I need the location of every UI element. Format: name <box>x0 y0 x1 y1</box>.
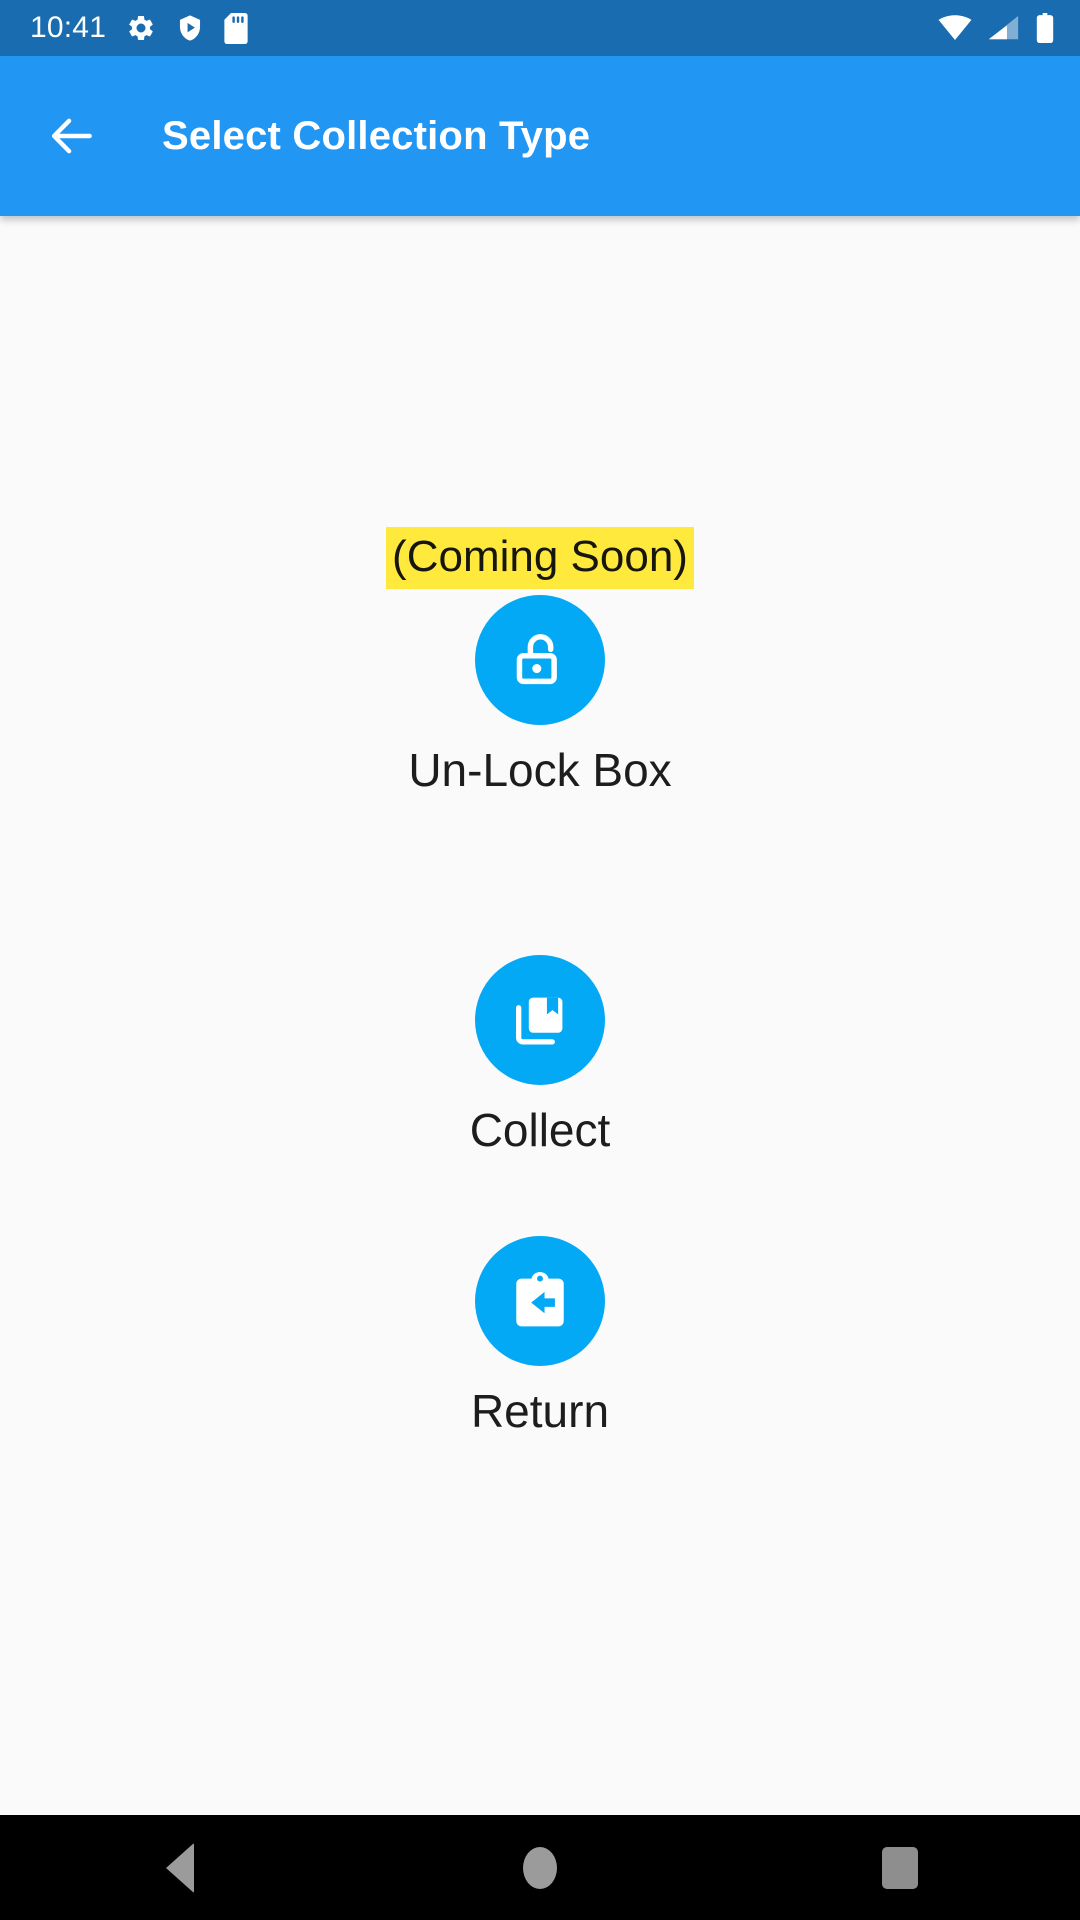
main-content: (Coming Soon) Un-Lock Box Collect Return <box>0 216 1080 1815</box>
back-button[interactable] <box>24 88 120 184</box>
back-arrow-icon <box>51 118 92 154</box>
status-bar-right <box>938 13 1054 43</box>
nav-back-button[interactable] <box>0 1815 360 1920</box>
back-triangle-icon <box>165 1842 194 1893</box>
library-books-icon <box>516 997 563 1045</box>
play-protect-shield-icon <box>180 15 201 41</box>
cellular-signal-icon <box>988 16 1019 40</box>
option-label-un-lock-box: Un-Lock Box <box>408 744 672 796</box>
wifi-icon <box>938 15 972 41</box>
recents-square-icon <box>881 1846 918 1889</box>
option-collect[interactable]: Collect <box>0 955 1080 1159</box>
page-title: Select Collection Type <box>162 113 591 158</box>
battery-icon <box>1036 13 1054 43</box>
status-bar: 10:41 <box>0 0 1080 56</box>
option-label-collect: Collect <box>469 1104 611 1156</box>
coming-soon-badge: (Coming Soon) <box>386 527 694 589</box>
option-return[interactable]: Return <box>0 1236 1080 1440</box>
system-navigation-bar <box>0 1815 1080 1920</box>
nav-home-button[interactable] <box>360 1815 720 1920</box>
home-circle-icon <box>522 1846 557 1889</box>
settings-gear-icon <box>129 15 153 40</box>
un-lock-box-icon-circle[interactable] <box>475 595 605 725</box>
assignment-return-icon <box>516 1271 564 1327</box>
phone-screen: 10:41 Select Collection Type (Coming Soo… <box>0 0 1080 1920</box>
option-un-lock-box[interactable]: Un-Lock Box <box>0 595 1080 799</box>
status-bar-left: 10:41 <box>30 11 248 44</box>
status-bar-clock: 10:41 <box>30 11 107 44</box>
sd-card-icon <box>224 12 248 44</box>
return-icon-circle[interactable] <box>475 1236 605 1366</box>
app-bar: Select Collection Type <box>0 56 1080 216</box>
nav-recents-button[interactable] <box>720 1815 1080 1920</box>
coming-soon-badge-wrap: (Coming Soon) <box>0 527 1080 589</box>
option-label-return: Return <box>470 1385 610 1437</box>
unlock-padlock-icon <box>516 634 557 685</box>
collect-icon-circle[interactable] <box>475 955 605 1085</box>
